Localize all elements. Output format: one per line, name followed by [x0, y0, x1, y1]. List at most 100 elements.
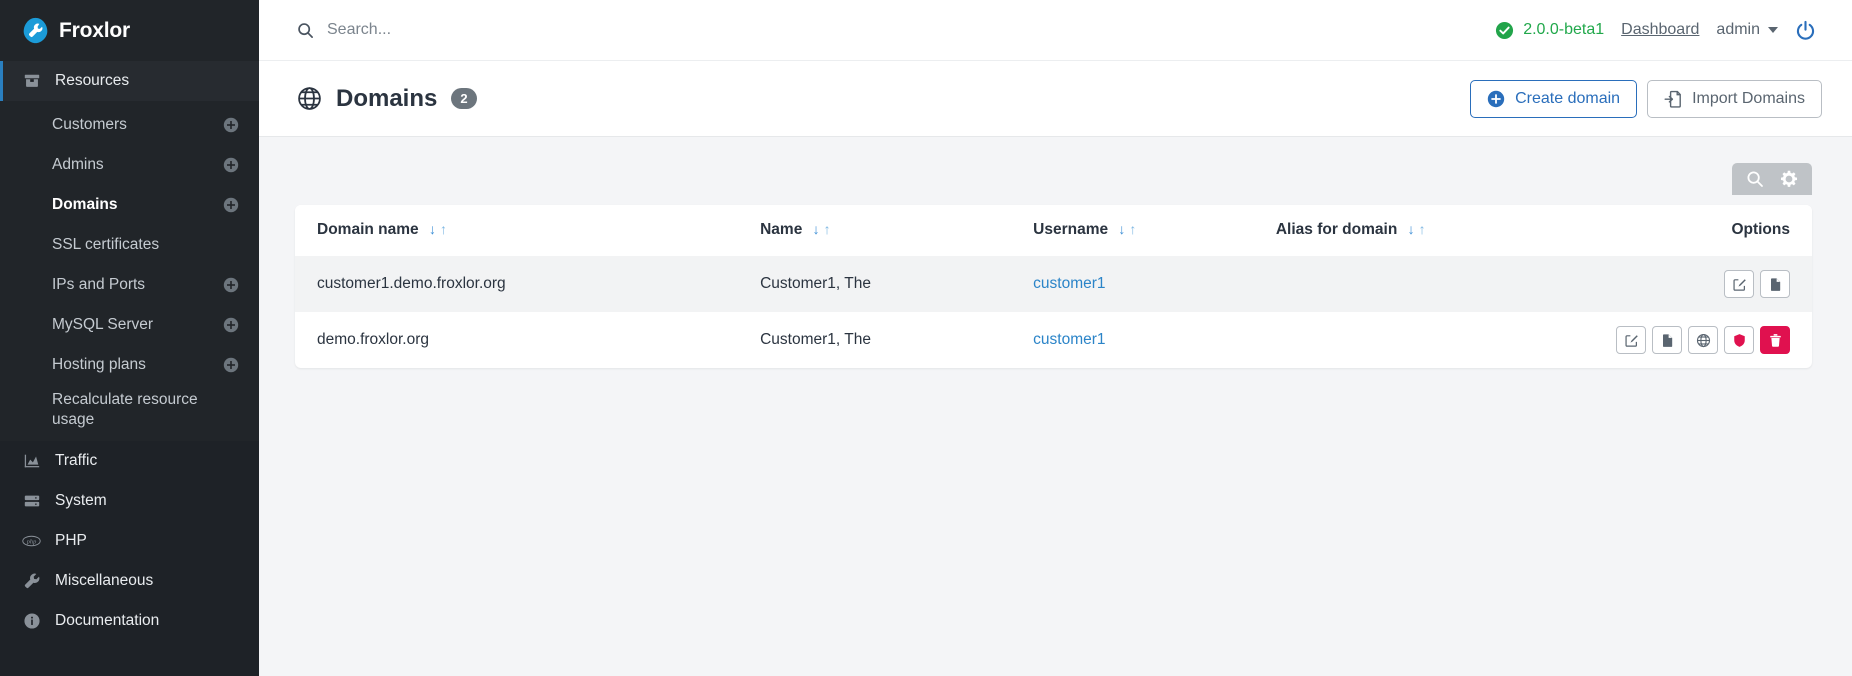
svg-text:php: php: [26, 538, 37, 545]
sidebar-item-label: Admins: [52, 155, 104, 175]
column-header-options: Options: [1569, 205, 1812, 256]
column-header-username[interactable]: Username ↓ ↑: [1023, 205, 1266, 256]
page-actions: Create domain Import Domains: [1470, 80, 1822, 118]
sidebar: Froxlor Resources Customers: [0, 0, 259, 676]
sidebar-item-system[interactable]: System: [0, 481, 259, 521]
table-toolbar: [1732, 163, 1812, 195]
sidebar-item-recalculate-resource-usage[interactable]: Recalculate resource usage: [0, 385, 259, 435]
add-mysql-server-plus-circle-icon[interactable]: [223, 317, 239, 333]
brand-header[interactable]: Froxlor: [0, 0, 259, 61]
sidebar-item-label: Hosting plans: [52, 355, 146, 375]
table-search-icon[interactable]: [1746, 170, 1764, 188]
sort-desc-icon[interactable]: ↓: [1408, 221, 1415, 237]
edit-icon-button[interactable]: [1724, 270, 1754, 298]
sort-asc-icon[interactable]: ↑: [440, 221, 447, 237]
username-link[interactable]: customer1: [1033, 331, 1105, 348]
sort-arrows[interactable]: ↓ ↑: [1408, 221, 1426, 237]
app-root: Froxlor Resources Customers: [0, 0, 1852, 676]
sort-arrows[interactable]: ↓ ↑: [429, 221, 447, 237]
sidebar-item-mysql-server[interactable]: MySQL Server: [0, 305, 259, 345]
global-search[interactable]: [259, 21, 1495, 39]
add-ip-plus-circle-icon[interactable]: [223, 277, 239, 293]
php-icon: php: [22, 532, 41, 551]
table-row[interactable]: demo.froxlor.org Customer1, The customer…: [295, 312, 1812, 368]
edit-icon-button[interactable]: [1616, 326, 1646, 354]
page-title: Domains 2: [297, 85, 477, 113]
sidebar-item-ips-and-ports[interactable]: IPs and Ports: [0, 265, 259, 305]
sidebar-item-label: Traffic: [55, 452, 97, 470]
search-input[interactable]: [327, 21, 647, 39]
domain-count-badge: 2: [451, 88, 476, 109]
cell-name: Customer1, The: [750, 312, 1023, 368]
sidebar-item-php[interactable]: php PHP: [0, 521, 259, 561]
sidebar-item-label: Miscellaneous: [55, 572, 153, 590]
sidebar-item-domains[interactable]: Domains: [0, 185, 259, 225]
create-domain-button[interactable]: Create domain: [1470, 80, 1637, 118]
import-domains-label: Import Domains: [1692, 90, 1805, 108]
cell-name: Customer1, The: [750, 256, 1023, 312]
sort-desc-icon[interactable]: ↓: [429, 221, 436, 237]
add-domain-plus-circle-icon[interactable]: [223, 197, 239, 213]
sidebar-subnav-resources: Customers Admins: [0, 101, 259, 441]
content-area: Domain name ↓ ↑ Name ↓ ↑: [259, 137, 1852, 676]
table-head: Domain name ↓ ↑ Name ↓ ↑: [295, 205, 1812, 256]
server-icon: [22, 492, 41, 511]
column-label: Domain name: [317, 221, 419, 238]
column-header-name[interactable]: Name ↓ ↑: [750, 205, 1023, 256]
table-body: customer1.demo.froxlor.org Customer1, Th…: [295, 256, 1812, 368]
box-archive-icon: [22, 72, 41, 91]
sort-desc-icon[interactable]: ↓: [1118, 221, 1125, 237]
sort-arrows[interactable]: ↓ ↑: [813, 221, 831, 237]
gear-icon[interactable]: [1780, 170, 1798, 188]
add-admin-plus-circle-icon[interactable]: [223, 157, 239, 173]
wrench-icon: [22, 572, 41, 591]
cell-domain-name: customer1.demo.froxlor.org: [295, 256, 750, 312]
version-indicator: 2.0.0-beta1: [1495, 21, 1604, 40]
sort-asc-icon[interactable]: ↑: [1129, 221, 1136, 237]
username-link[interactable]: customer1: [1033, 275, 1105, 292]
user-menu-label: admin: [1716, 21, 1760, 39]
add-customer-plus-circle-icon[interactable]: [223, 117, 239, 133]
dashboard-link[interactable]: Dashboard: [1621, 21, 1699, 39]
main-area: 2.0.0-beta1 Dashboard admin: [259, 0, 1852, 676]
sidebar-item-label: Documentation: [55, 612, 159, 630]
sidebar-item-ssl-certificates[interactable]: SSL certificates: [0, 225, 259, 265]
globe-icon-button[interactable]: [1688, 326, 1718, 354]
file-icon-button[interactable]: [1652, 326, 1682, 354]
sidebar-group-resources[interactable]: Resources: [0, 61, 259, 101]
column-header-alias-for-domain[interactable]: Alias for domain ↓ ↑: [1266, 205, 1569, 256]
search-icon: [297, 22, 314, 39]
sidebar-item-customers[interactable]: Customers: [0, 105, 259, 145]
sort-asc-icon[interactable]: ↑: [824, 221, 831, 237]
power-icon[interactable]: [1795, 20, 1816, 41]
sidebar-item-label: Customers: [52, 115, 127, 135]
sort-desc-icon[interactable]: ↓: [813, 221, 820, 237]
import-domains-button[interactable]: Import Domains: [1647, 80, 1822, 118]
file-icon-button[interactable]: [1760, 270, 1790, 298]
chevron-down-icon: [1768, 27, 1778, 33]
sort-arrows[interactable]: ↓ ↑: [1118, 221, 1136, 237]
column-label: Name: [760, 221, 802, 238]
row-actions: [1616, 326, 1790, 354]
column-header-domain-name[interactable]: Domain name ↓ ↑: [295, 205, 750, 256]
page-title-text: Domains: [336, 85, 437, 113]
sidebar-item-hosting-plans[interactable]: Hosting plans: [0, 345, 259, 385]
domains-table: Domain name ↓ ↑ Name ↓ ↑: [295, 205, 1812, 368]
sidebar-item-label: Domains: [52, 195, 117, 215]
column-label: Username: [1033, 221, 1108, 238]
sidebar-item-documentation[interactable]: Documentation: [0, 601, 259, 641]
sidebar-item-label: MySQL Server: [52, 315, 153, 335]
info-circle-icon: [22, 612, 41, 631]
sort-asc-icon[interactable]: ↑: [1419, 221, 1426, 237]
user-menu[interactable]: admin: [1716, 21, 1778, 39]
shield-icon-button[interactable]: [1724, 326, 1754, 354]
sidebar-item-label: Recalculate resource usage: [52, 390, 225, 430]
sidebar-item-admins[interactable]: Admins: [0, 145, 259, 185]
froxlor-wrench-logo-icon: [22, 17, 49, 44]
sidebar-item-traffic[interactable]: Traffic: [0, 441, 259, 481]
sidebar-item-miscellaneous[interactable]: Miscellaneous: [0, 561, 259, 601]
table-row[interactable]: customer1.demo.froxlor.org Customer1, Th…: [295, 256, 1812, 312]
add-hosting-plan-plus-circle-icon[interactable]: [223, 357, 239, 373]
version-label: 2.0.0-beta1: [1523, 21, 1604, 39]
trash-icon-button[interactable]: [1760, 326, 1790, 354]
